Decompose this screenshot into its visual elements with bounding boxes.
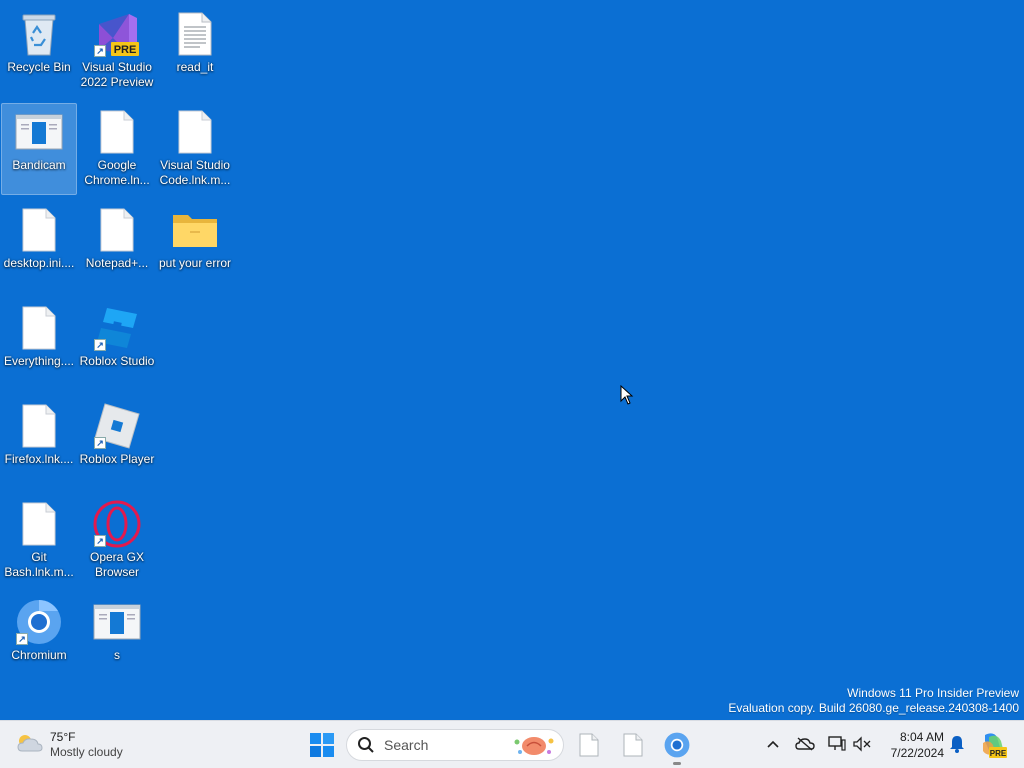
desktop-icon-label: Git Bash.lnk.m... bbox=[4, 550, 74, 579]
desktop-icon-everything[interactable]: Everything.... bbox=[1, 299, 77, 391]
desktop-icon-label: Opera GX Browser bbox=[89, 550, 145, 579]
watermark-build: Evaluation copy. Build 26080.ge_release.… bbox=[728, 701, 1019, 715]
cloudy-weather-icon bbox=[14, 731, 44, 760]
chromium-icon: ↗ bbox=[15, 598, 63, 646]
desktop-icon-git-bash[interactable]: Git Bash.lnk.m... bbox=[1, 495, 77, 587]
shortcut-arrow-icon: ↗ bbox=[94, 535, 106, 547]
onedrive-status[interactable] bbox=[794, 733, 816, 755]
mouse-cursor-icon bbox=[620, 384, 634, 410]
desktop-icon-label: read_it bbox=[176, 60, 214, 74]
bandicam-icon bbox=[15, 108, 63, 156]
windows-watermark: Windows 11 Pro Insider Preview Evaluatio… bbox=[728, 686, 1019, 716]
search-icon bbox=[358, 737, 374, 753]
desktop-icon-chromium[interactable]: ↗ Chromium bbox=[1, 593, 77, 685]
taskbar-app-chromium[interactable] bbox=[661, 729, 693, 765]
copilot-icon: PRE bbox=[983, 733, 1007, 758]
shortcut-arrow-icon: ↗ bbox=[16, 633, 28, 645]
network-icon bbox=[828, 736, 846, 751]
taskbar: 75°F Mostly cloudy Search 8:04 AM 7/22/2… bbox=[0, 720, 1024, 768]
desktop-icon-label: Roblox Studio bbox=[79, 354, 155, 368]
desktop-icon-label: Chromium bbox=[11, 648, 67, 662]
visual-studio-icon: PRE ↗ bbox=[93, 10, 141, 58]
desktop-icon-label: Notepad+... bbox=[85, 256, 149, 270]
onedrive-offline-icon bbox=[795, 737, 815, 751]
desktop-icon-vscode[interactable]: Visual Studio Code.lnk.m... bbox=[157, 103, 233, 195]
blank-file-icon bbox=[93, 206, 141, 254]
desktop-icon-label: Bandicam bbox=[12, 158, 66, 172]
svg-text:PRE: PRE bbox=[114, 44, 137, 56]
taskbar-app-blank-file-2[interactable] bbox=[617, 729, 649, 761]
blank-file-icon bbox=[15, 206, 63, 254]
desktop-icon-label: s bbox=[114, 648, 120, 662]
blank-file-icon bbox=[623, 733, 643, 757]
recycle-bin-icon bbox=[15, 10, 63, 58]
desktop-icon-google-chrome[interactable]: Google Chrome.ln... bbox=[79, 103, 155, 195]
desktop-icon-label: Firefox.lnk.... bbox=[4, 452, 74, 466]
desktop-icon-label: Everything.... bbox=[3, 354, 75, 368]
start-button[interactable] bbox=[306, 729, 338, 761]
network-status[interactable] bbox=[826, 733, 848, 755]
desktop-icon-bandicam[interactable]: Bandicam bbox=[1, 103, 77, 195]
desktop-icon-visual-studio[interactable]: PRE ↗ Visual Studio 2022 Preview bbox=[79, 5, 155, 97]
taskbar-search[interactable]: Search bbox=[346, 729, 564, 761]
volume-status[interactable] bbox=[851, 733, 873, 755]
blank-file-icon bbox=[15, 500, 63, 548]
taskbar-app-blank-file-1[interactable] bbox=[573, 729, 605, 761]
roblox-studio-icon: ↗ bbox=[93, 304, 141, 352]
chevron-up-icon bbox=[767, 740, 779, 748]
desktop-icon-label: Recycle Bin bbox=[7, 60, 71, 74]
show-hidden-icons-button[interactable] bbox=[762, 733, 784, 755]
watermark-edition: Windows 11 Pro Insider Preview bbox=[847, 686, 1019, 700]
desktop-icon-read-it[interactable]: read_it bbox=[157, 5, 233, 97]
shortcut-arrow-icon: ↗ bbox=[94, 339, 106, 351]
clock[interactable]: 8:04 AM 7/22/2024 bbox=[880, 729, 944, 761]
svg-text:PRE: PRE bbox=[990, 749, 1007, 758]
shortcut-arrow-icon: ↗ bbox=[94, 45, 106, 57]
running-indicator bbox=[673, 762, 681, 765]
desktop-icon-label: Visual Studio 2022 Preview bbox=[80, 60, 154, 89]
blank-file-icon bbox=[171, 108, 219, 156]
search-highlight-icon bbox=[514, 737, 554, 755]
clock-date: 7/22/2024 bbox=[890, 746, 944, 760]
shortcut-arrow-icon: ↗ bbox=[94, 437, 106, 449]
roblox-player-icon: ↗ bbox=[93, 402, 141, 450]
blank-file-icon bbox=[93, 108, 141, 156]
desktop[interactable]: Recycle Bin Bandicam desktop.ini.... Eve… bbox=[0, 0, 1024, 720]
weather-condition: Mostly cloudy bbox=[50, 745, 123, 759]
desktop-icon-s[interactable]: s bbox=[79, 593, 155, 685]
text-file-icon bbox=[171, 10, 219, 58]
desktop-icon-label: put your error bbox=[158, 256, 232, 270]
blank-file-icon bbox=[15, 304, 63, 352]
desktop-icon-notepad-plus[interactable]: Notepad+... bbox=[79, 201, 155, 293]
desktop-icon-desktop-ini[interactable]: desktop.ini.... bbox=[1, 201, 77, 293]
folder-icon bbox=[171, 206, 219, 254]
desktop-icon-opera-gx[interactable]: ↗ Opera GX Browser bbox=[79, 495, 155, 587]
desktop-icon-put-your-error[interactable]: put your error bbox=[157, 201, 233, 293]
search-placeholder: Search bbox=[384, 737, 429, 753]
copilot-button[interactable]: PRE bbox=[979, 731, 1007, 759]
notification-center-button[interactable] bbox=[946, 733, 968, 755]
chromium-icon bbox=[664, 732, 690, 758]
desktop-icon-label: Visual Studio Code.lnk.m... bbox=[159, 158, 231, 187]
desktop-icon-recycle-bin[interactable]: Recycle Bin bbox=[1, 5, 77, 97]
clock-time: 8:04 AM bbox=[899, 730, 944, 744]
desktop-icon-label: Google Chrome.ln... bbox=[84, 158, 150, 187]
opera-gx-icon: ↗ bbox=[93, 500, 141, 548]
weather-temp: 75°F bbox=[50, 730, 76, 744]
bell-icon bbox=[950, 736, 964, 753]
weather-widget[interactable]: 75°F Mostly cloudy bbox=[14, 727, 144, 763]
bandicam-icon bbox=[93, 598, 141, 646]
blank-file-icon bbox=[15, 402, 63, 450]
desktop-icon-roblox-player[interactable]: ↗ Roblox Player bbox=[79, 397, 155, 489]
blank-file-icon bbox=[579, 733, 599, 757]
windows-logo-icon bbox=[310, 733, 334, 757]
desktop-icon-label: Roblox Player bbox=[79, 452, 155, 466]
desktop-icon-firefox[interactable]: Firefox.lnk.... bbox=[1, 397, 77, 489]
volume-muted-icon bbox=[853, 736, 871, 752]
desktop-icon-label: desktop.ini.... bbox=[3, 256, 75, 270]
desktop-icon-roblox-studio[interactable]: ↗ Roblox Studio bbox=[79, 299, 155, 391]
